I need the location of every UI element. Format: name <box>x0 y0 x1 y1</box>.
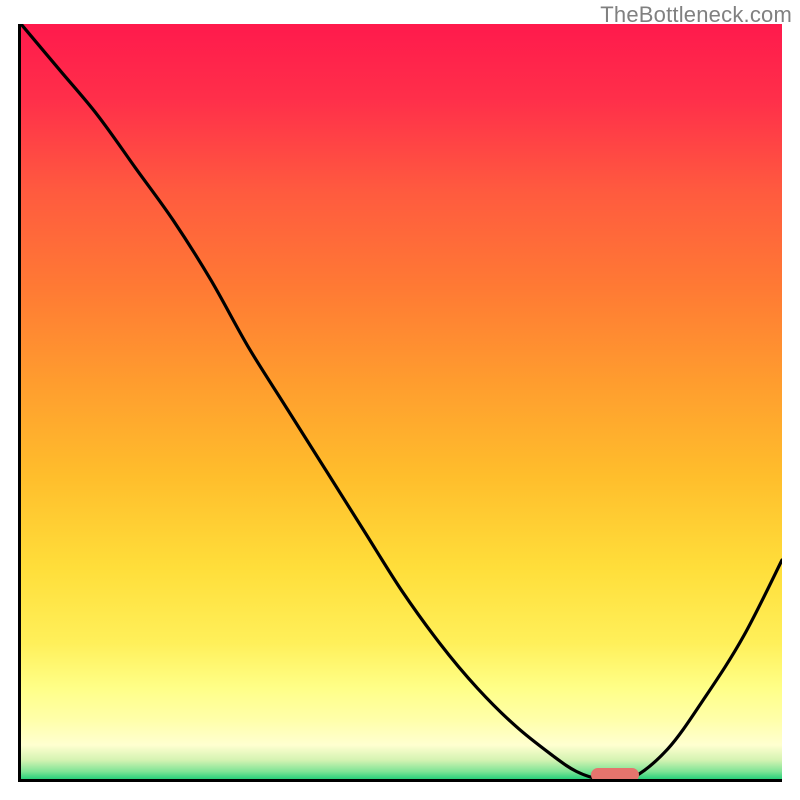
optimal-marker <box>591 768 639 779</box>
chart-stage: TheBottleneck.com <box>0 0 800 800</box>
gradient-background <box>21 24 782 779</box>
plot-area <box>21 24 782 779</box>
